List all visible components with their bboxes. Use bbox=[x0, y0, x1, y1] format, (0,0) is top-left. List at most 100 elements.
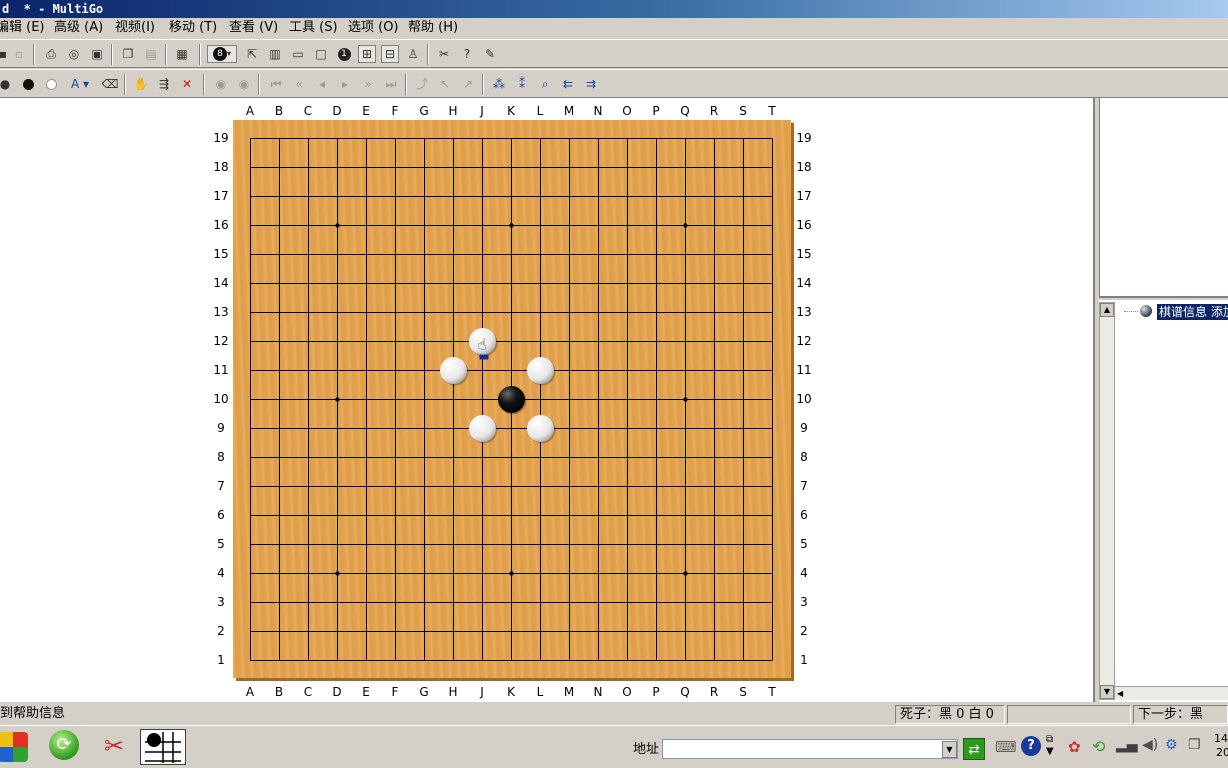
find-icon[interactable]: ⁑ bbox=[513, 75, 531, 93]
row-label-left: 13 bbox=[213, 305, 229, 319]
menu-view[interactable]: 查看 (V) bbox=[229, 20, 278, 36]
tray-signal-icon[interactable]: ▂▄ bbox=[1116, 737, 1138, 753]
black-stone-icon[interactable] bbox=[19, 75, 37, 93]
row-label-left: 3 bbox=[217, 595, 225, 609]
start-button-icon[interactable] bbox=[0, 732, 28, 762]
white-stone[interactable] bbox=[527, 415, 554, 442]
tree-vertical-scrollbar[interactable]: ▲ ▼ bbox=[1099, 302, 1115, 700]
help-icon[interactable]: ? bbox=[1021, 736, 1041, 756]
multigo-taskbar-button[interactable] bbox=[140, 729, 186, 765]
address-input[interactable] bbox=[662, 739, 958, 759]
black-stone[interactable] bbox=[498, 386, 525, 413]
column-label-top: J bbox=[480, 104, 484, 118]
menu-tools[interactable]: 工具 (S) bbox=[289, 20, 338, 36]
nav-play-icon[interactable]: ◉ bbox=[235, 75, 253, 93]
refresh-app-icon[interactable]: ⟳ bbox=[49, 730, 79, 760]
column-label-top: H bbox=[448, 104, 458, 118]
tray-network-icon[interactable]: ✿ bbox=[1068, 738, 1081, 756]
white-stone[interactable] bbox=[440, 357, 467, 384]
column-label-bottom: F bbox=[391, 685, 399, 699]
eraser-icon[interactable]: ⌫ bbox=[101, 75, 119, 93]
search-next-icon[interactable]: ⇉ bbox=[582, 75, 600, 93]
paste-icon[interactable]: ▤ bbox=[142, 45, 160, 63]
menu-move[interactable]: 移动 (T) bbox=[169, 20, 217, 36]
label-tool-icon[interactable]: A ▾ bbox=[65, 75, 95, 93]
white-stone[interactable] bbox=[469, 415, 496, 442]
column-label-top: Q bbox=[680, 104, 690, 118]
find-icon[interactable]: ⁂ bbox=[490, 75, 508, 93]
address-label: 地址 bbox=[633, 742, 660, 757]
scroll-down-icon[interactable]: ▼ bbox=[1100, 685, 1114, 699]
white-stone[interactable] bbox=[527, 357, 554, 384]
status-help-text: 到帮助信息 bbox=[0, 706, 66, 721]
delete-icon[interactable]: ✕ bbox=[178, 75, 196, 93]
view-none-icon[interactable]: □ bbox=[312, 45, 330, 63]
menu-advanced[interactable]: 高级 (A) bbox=[54, 20, 103, 36]
number-icon[interactable]: 1 bbox=[335, 45, 353, 63]
branch-add-icon[interactable]: ⇶ bbox=[155, 75, 173, 93]
hierarchy-icon[interactable]: ♙ bbox=[404, 45, 422, 63]
var-next-icon[interactable]: ↗ bbox=[459, 75, 477, 93]
nav-first-icon[interactable]: ⏮ bbox=[267, 75, 285, 93]
properties-icon[interactable]: ▦ bbox=[173, 45, 191, 63]
go-board[interactable]: ☝ bbox=[233, 120, 791, 678]
tree-icon[interactable]: ⊞ bbox=[358, 45, 376, 63]
print-icon[interactable]: ⎙ bbox=[42, 45, 60, 63]
go-button-icon[interactable]: ⇄ bbox=[963, 738, 985, 760]
row-label-left: 16 bbox=[213, 218, 229, 232]
column-label-bottom: B bbox=[274, 685, 284, 699]
move-number-icon[interactable]: 8 ▾ bbox=[207, 45, 237, 63]
column-label-bottom: L bbox=[536, 685, 544, 699]
scroll-up-icon[interactable]: ▲ bbox=[1100, 303, 1114, 317]
print-preview-icon[interactable]: ◎ bbox=[65, 45, 83, 63]
menu-help[interactable]: 帮助 (H) bbox=[408, 20, 458, 36]
nav-next-icon[interactable]: ▸ bbox=[336, 75, 354, 93]
volume-icon[interactable]: ◀) bbox=[1142, 737, 1158, 753]
column-label-bottom: J bbox=[480, 685, 484, 699]
print-preview-icon[interactable]: ▫ bbox=[10, 45, 28, 63]
expand-icon[interactable]: ⇱ bbox=[243, 45, 261, 63]
view-full-icon[interactable]: ▥ bbox=[266, 45, 284, 63]
tree-horizontal-scrollbar[interactable]: ◀ bbox=[1115, 686, 1228, 700]
search-icon[interactable]: ⌕ bbox=[536, 75, 554, 93]
var-up-icon[interactable]: ⤴ bbox=[413, 75, 431, 93]
nav-prev10-icon[interactable]: « bbox=[290, 75, 308, 93]
column-label-top: L bbox=[536, 104, 544, 118]
stone-pair-icon[interactable]: ● bbox=[0, 75, 14, 93]
hand-icon[interactable]: ✋ bbox=[132, 75, 150, 93]
tray-sync-icon[interactable]: ⟲ bbox=[1092, 737, 1105, 756]
nav-last-icon[interactable]: ⏭ bbox=[382, 75, 400, 93]
white-stone-icon[interactable] bbox=[42, 75, 60, 93]
menu-video[interactable]: 视频(I) bbox=[115, 20, 155, 36]
star-point bbox=[509, 223, 514, 228]
branch-icon[interactable]: ⊟ bbox=[381, 45, 399, 63]
copy-icon[interactable]: ❐ bbox=[119, 45, 137, 63]
status-bar: 到帮助信息 死子：黑 0 白 0 下一步：黑 bbox=[0, 703, 1228, 725]
scissors-app-icon[interactable]: ✂ bbox=[98, 730, 130, 762]
column-label-top: T bbox=[768, 104, 776, 118]
view-split-v-icon[interactable]: ▭ bbox=[289, 45, 307, 63]
tray-copy-icon[interactable]: ❐ bbox=[1188, 737, 1201, 753]
menu-options[interactable]: 选项 (O) bbox=[348, 20, 399, 36]
var-prev-icon[interactable]: ↖ bbox=[436, 75, 454, 93]
nav-prev-icon[interactable]: ◂ bbox=[313, 75, 331, 93]
clock-hour[interactable]: 14 bbox=[1214, 732, 1228, 745]
row-label-left: 5 bbox=[217, 537, 225, 551]
star-point bbox=[683, 223, 688, 228]
nav-next10-icon[interactable]: » bbox=[359, 75, 377, 93]
menu-edit[interactable]: 编辑 (E) bbox=[0, 20, 45, 36]
search-prev-icon[interactable]: ⇇ bbox=[559, 75, 577, 93]
taskbar-menu-icon[interactable]: ⧉ ▼ bbox=[1046, 734, 1054, 758]
tree-root-node[interactable]: 棋谱信息 添加 bbox=[1157, 304, 1228, 320]
clear-icon[interactable]: ✎ bbox=[481, 45, 499, 63]
nav-play-icon[interactable]: ◉ bbox=[212, 75, 230, 93]
keyboard-icon[interactable]: ⌨ bbox=[995, 738, 1017, 756]
help-cursor-icon[interactable]: ? bbox=[458, 45, 476, 63]
scroll-left-icon[interactable]: ◀ bbox=[1117, 687, 1129, 700]
tray-app-icon[interactable]: ⚙ bbox=[1165, 737, 1178, 753]
tools-icon[interactable]: ✂ bbox=[435, 45, 453, 63]
board-grid: ☝ bbox=[250, 138, 773, 661]
row-label-right: 6 bbox=[800, 508, 808, 522]
address-dropdown-icon[interactable]: ▼ bbox=[942, 741, 957, 758]
image-export-icon[interactable]: ▣ bbox=[88, 45, 106, 63]
